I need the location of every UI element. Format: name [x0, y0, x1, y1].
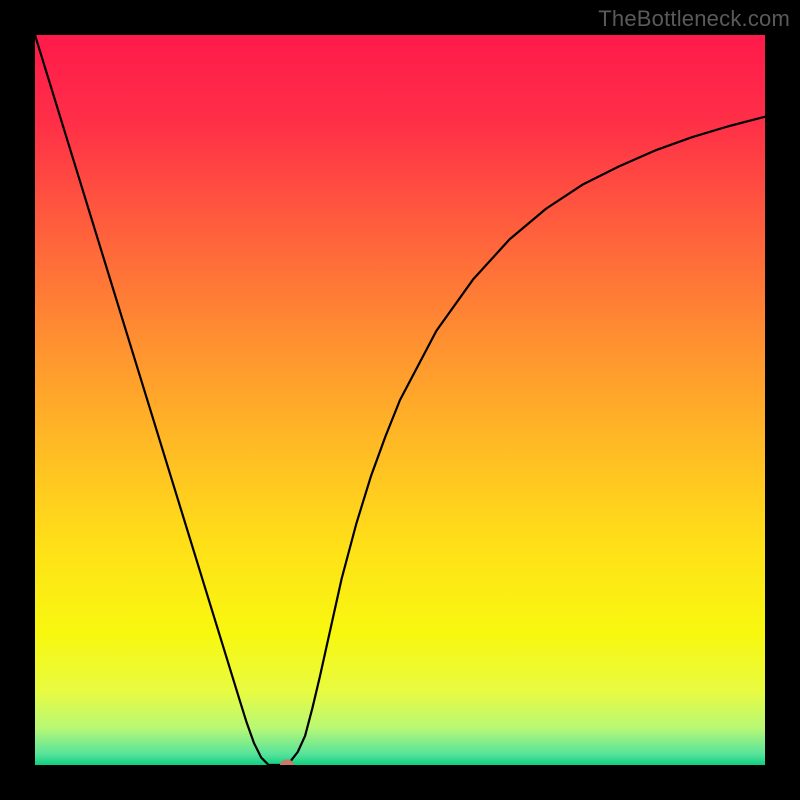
plot-area [35, 35, 765, 765]
score-marker [280, 760, 294, 766]
chart-frame: TheBottleneck.com [0, 0, 800, 800]
bottleneck-curve [35, 35, 765, 765]
watermark-text: TheBottleneck.com [598, 6, 790, 32]
